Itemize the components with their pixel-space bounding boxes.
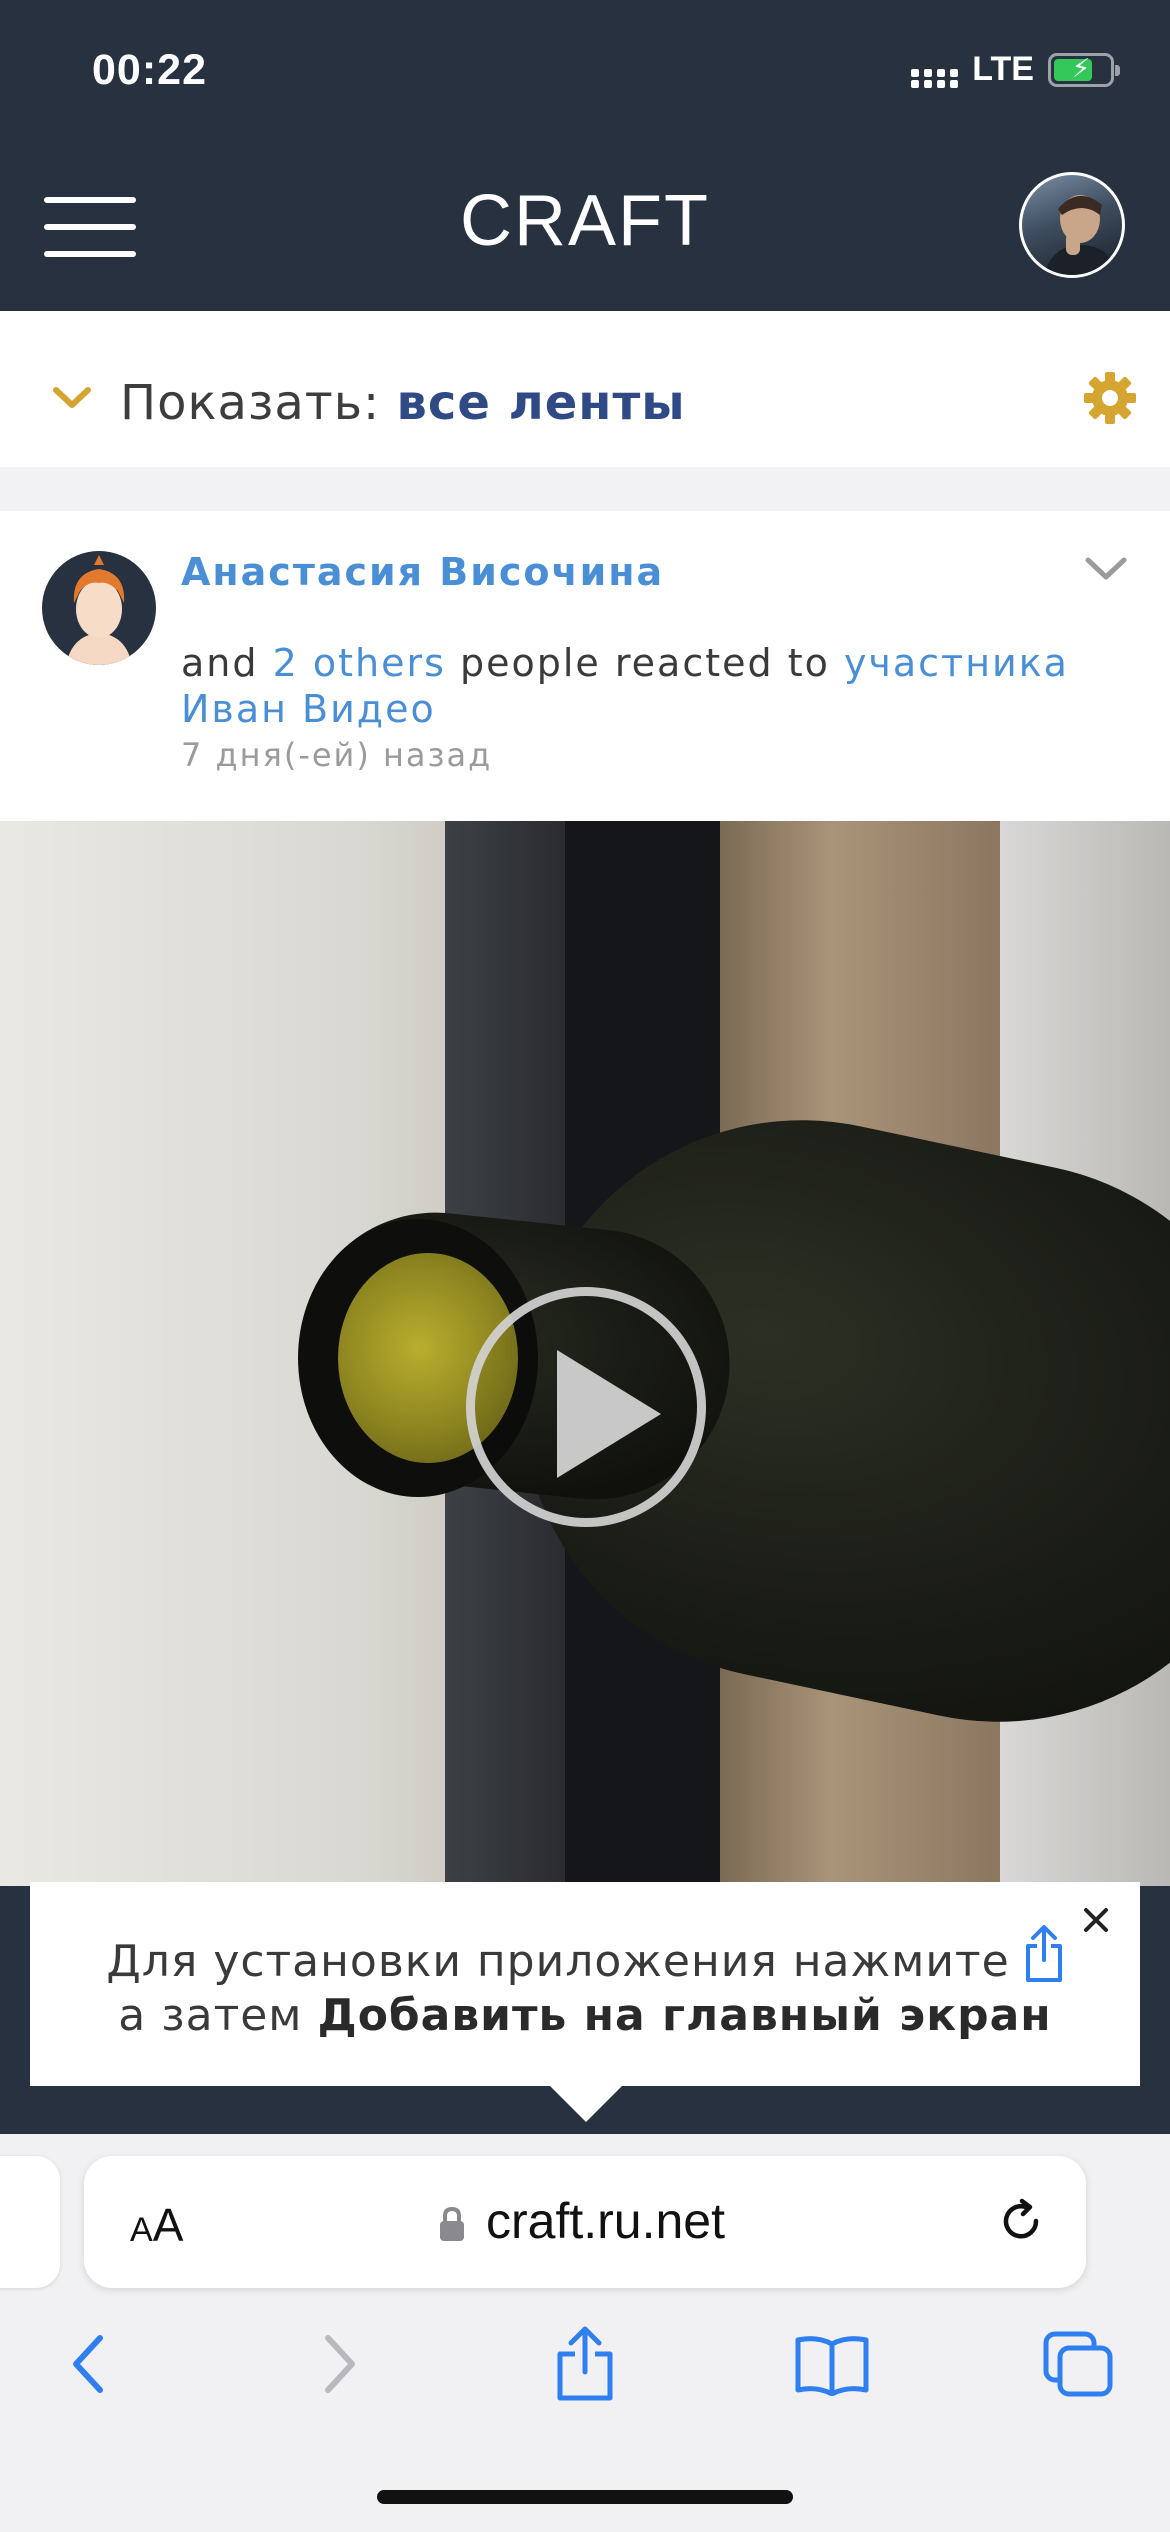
post-text-and: and [181, 641, 259, 685]
reload-icon[interactable] [996, 2196, 1046, 2250]
filter-label: Показать: [120, 375, 381, 431]
address-bar[interactable]: AA craft.ru.net [84, 2156, 1086, 2288]
others-link[interactable]: 2 others [273, 641, 446, 685]
author-avatar[interactable] [42, 551, 156, 665]
battery-icon: ⚡ [1048, 52, 1120, 87]
chevron-down-icon[interactable] [52, 386, 92, 414]
post-menu-chevron-icon[interactable] [1084, 556, 1128, 586]
status-indicators: LTE ⚡ [911, 50, 1120, 89]
network-type: LTE [972, 50, 1034, 88]
status-time: 00:22 [92, 46, 207, 94]
text-size-small: A [130, 2211, 153, 2249]
previous-tab-preview[interactable] [0, 2156, 60, 2288]
user-avatar[interactable] [1019, 172, 1125, 278]
filter-value[interactable]: все ленты [397, 375, 686, 431]
post-activity-text: and 2 others people reacted to участника… [181, 640, 1081, 732]
post-timestamp: 7 дня(-ей) назад [181, 736, 493, 774]
install-banner-line1: Для установки приложения нажмите [30, 1924, 1140, 1995]
forward-icon[interactable] [300, 2324, 380, 2404]
author-avatar-image [66, 555, 132, 665]
text-size-button[interactable]: AA [130, 2198, 183, 2252]
home-indicator [377, 2490, 793, 2504]
text-size-big: A [152, 2199, 184, 2251]
post-text-reacted: people reacted to [459, 641, 830, 685]
install-banner-line2: а затем Добавить на главный экран [30, 1990, 1140, 2041]
share-icon [1024, 1924, 1064, 1995]
install-instruction-text: Для установки приложения нажмите [106, 1936, 1010, 1987]
feed-filter[interactable]: Показать: все ленты [120, 375, 686, 431]
tabs-icon[interactable] [1038, 2324, 1118, 2404]
add-to-home-text: Добавить на главный экран [317, 1990, 1052, 2041]
share-icon[interactable] [545, 2324, 625, 2404]
video-player[interactable] [0, 821, 1170, 1886]
back-icon[interactable] [48, 2324, 128, 2404]
cellular-signal-icon [911, 52, 959, 88]
gear-icon[interactable] [1082, 370, 1138, 430]
install-banner: Для установки приложения нажмите а затем… [30, 1882, 1140, 2086]
install-then-text: а затем [118, 1990, 303, 2041]
post-author-link[interactable]: Анастасия Височина [181, 550, 664, 594]
lock-icon [437, 2206, 467, 2248]
play-icon[interactable] [466, 1287, 706, 1527]
install-banner-pointer [546, 2082, 626, 2122]
close-icon[interactable] [1076, 1900, 1116, 1940]
app-title: CRAFT [460, 181, 710, 261]
url-text[interactable]: craft.ru.net [486, 2192, 725, 2250]
bookmarks-icon[interactable] [792, 2324, 872, 2404]
